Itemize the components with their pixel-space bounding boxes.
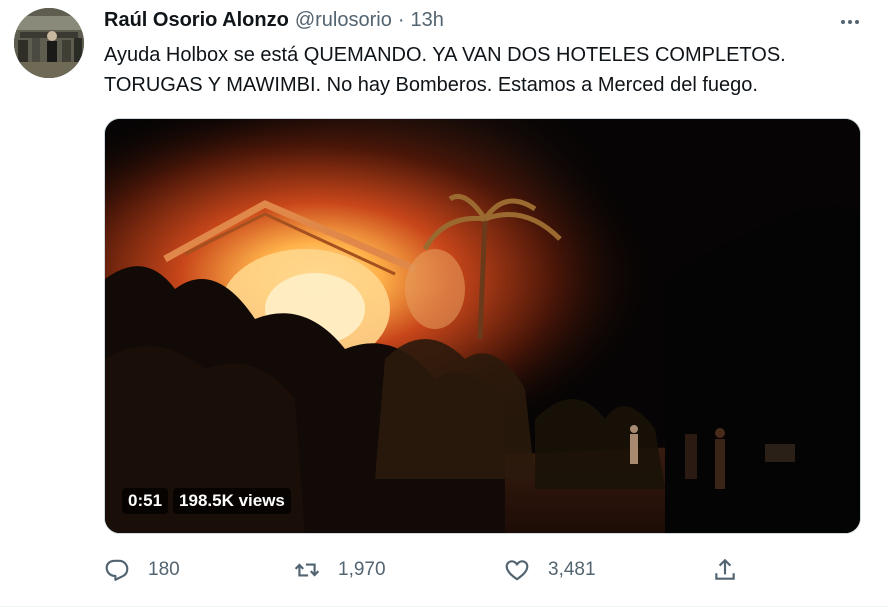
video-thumbnail <box>105 119 860 533</box>
retweet-count: 1,970 <box>338 559 386 580</box>
tweet-header: Raúl Osorio Alonzo @rulosorio · 13h <box>104 8 444 32</box>
more-options-icon <box>841 20 859 24</box>
tweet-text-line-1: Ayuda Holbox se está QUEMANDO. YA VAN DO… <box>104 44 786 66</box>
video-stats: 0:51 198.5K views <box>122 488 291 514</box>
share-icon <box>715 558 735 580</box>
reply-icon <box>105 559 129 581</box>
display-name[interactable]: Raúl Osorio Alonzo <box>104 9 289 32</box>
heart-icon <box>505 560 529 581</box>
more-options-button[interactable] <box>836 8 864 36</box>
reply-button[interactable]: 180 <box>104 553 180 587</box>
share-button[interactable] <box>712 553 738 587</box>
reply-count: 180 <box>148 559 180 580</box>
like-count: 3,481 <box>548 559 596 580</box>
video-views: 198.5K views <box>173 488 291 514</box>
timestamp[interactable]: 13h <box>411 9 444 32</box>
avatar-image <box>14 8 84 78</box>
avatar[interactable] <box>14 8 84 78</box>
like-button[interactable]: 3,481 <box>504 553 596 587</box>
user-handle[interactable]: @rulosorio <box>295 9 392 32</box>
separator-dot: · <box>397 8 405 31</box>
retweet-button[interactable]: 1,970 <box>294 553 386 587</box>
tweet-text: Ayuda Holbox se está QUEMANDO. YA VAN DO… <box>104 40 864 100</box>
tweet-actions: 180 1,970 3,481 <box>100 553 760 587</box>
retweet-icon <box>294 563 320 577</box>
video-player[interactable] <box>104 118 861 534</box>
tweet: Raúl Osorio Alonzo @rulosorio · 13h Ayud… <box>0 0 888 607</box>
video-duration: 0:51 <box>122 488 169 514</box>
tweet-text-line-2: TORUGAS Y MAWIMBI. No hay Bomberos. Esta… <box>104 74 758 96</box>
